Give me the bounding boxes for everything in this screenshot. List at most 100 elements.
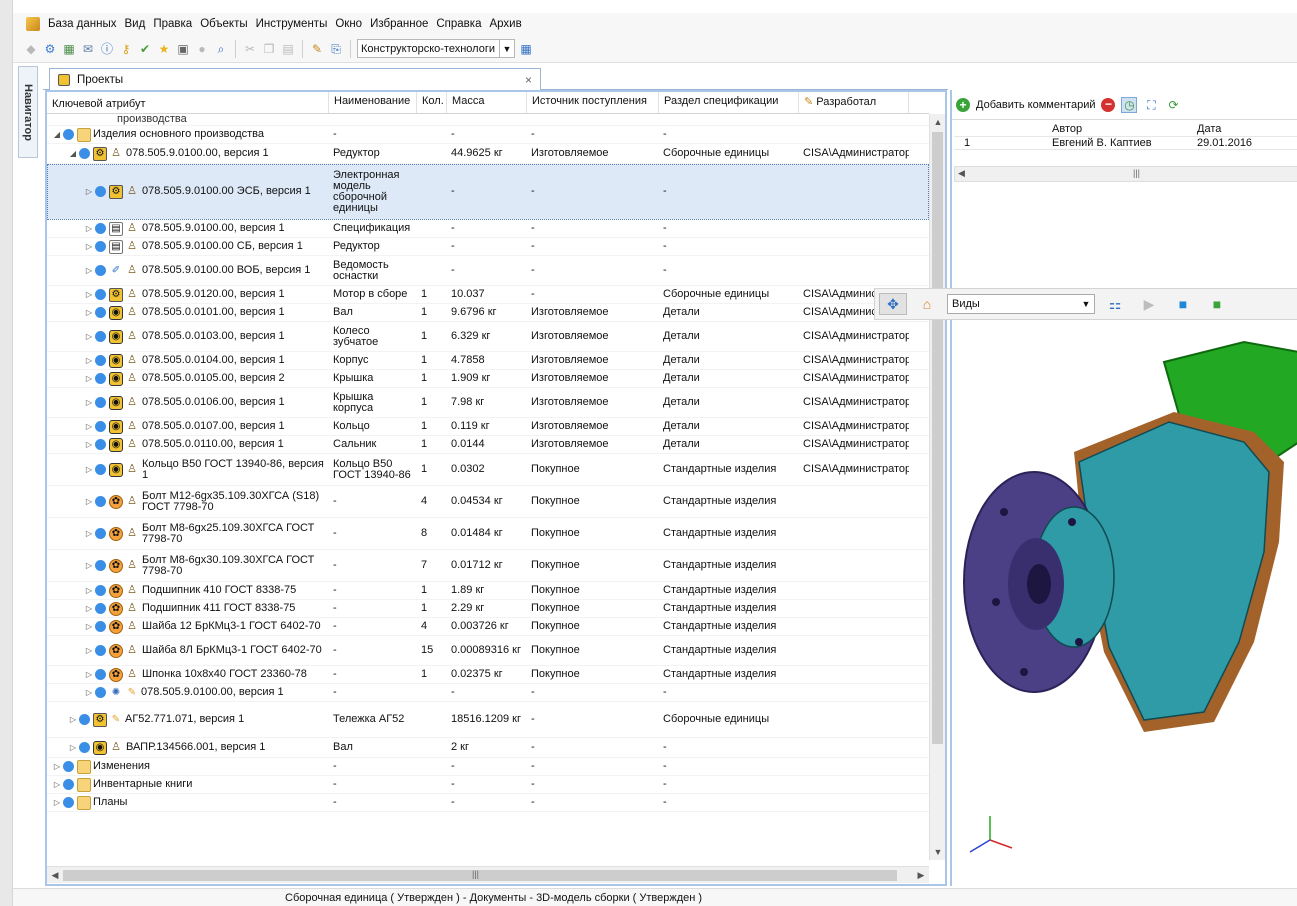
table-row[interactable]: ▷ ✿ ♙ Шпонка 10х8х40 ГОСТ 23360-78 - 1 0.02375…	[47, 666, 929, 684]
expand-arrow-icon[interactable]: ▷	[83, 397, 95, 408]
doc-search-icon[interactable]: ⎘	[328, 41, 344, 57]
3d-model-viewport[interactable]	[954, 322, 1297, 886]
column-header-key[interactable]: Ключевой атрибут	[47, 92, 329, 113]
expand-arrow-icon[interactable]: ▷	[83, 241, 95, 252]
table-row[interactable]: ▷ ✿ ♙ Шайба 12 БрКМц3-1 ГОСТ 6402-70 - 4 0.003…	[47, 618, 929, 636]
table-row[interactable]: ▷ Планы - - - -	[47, 794, 929, 812]
comments-col-date[interactable]: Дата	[1194, 123, 1294, 135]
table-row[interactable]: ◢ Изделия основного производства - - - -	[47, 126, 929, 144]
copy-icon[interactable]: ❐	[261, 41, 277, 57]
expand-arrow-icon[interactable]: ▷	[83, 464, 95, 475]
window-icon[interactable]: ▣	[175, 41, 191, 57]
table-row[interactable]: ▷ ⚙ ♙ 078.505.9.0120.00, версия 1 Мотор в сб…	[47, 286, 929, 304]
tab-projects[interactable]: Проекты ×	[49, 68, 541, 90]
scroll-left-icon[interactable]: ◀	[47, 867, 63, 884]
menu-database[interactable]: База данных	[44, 18, 121, 30]
cut-icon[interactable]: ✂	[242, 41, 258, 57]
cube-icon[interactable]: ◆	[23, 41, 39, 57]
star-icon[interactable]: ★	[156, 41, 172, 57]
mode-combo[interactable]: Конструкторско-технологи ▼	[357, 39, 515, 58]
scroll-down-icon[interactable]: ▼	[930, 844, 945, 860]
settings-grid-icon[interactable]: ▦	[518, 41, 534, 57]
chevron-down-icon[interactable]: ▼	[499, 40, 514, 57]
column-header-section[interactable]: Раздел спецификации	[659, 92, 799, 113]
check-icon[interactable]: ✔	[137, 41, 153, 57]
table-row[interactable]: ▷ ◉ ♙ 078.505.0.0106.00, версия 1 Крышка кор…	[47, 388, 929, 418]
expand-arrow-icon[interactable]: ▷	[83, 265, 95, 276]
mail-icon[interactable]: ✉	[80, 41, 96, 57]
key-icon[interactable]: ⚷	[118, 41, 134, 57]
comments-col-author[interactable]: Автор	[1049, 123, 1194, 135]
table-row[interactable]: ▷ ✿ ♙ Болт М8-6gх25.109.30ХГСА ГОСТ 7798-70…	[47, 518, 929, 550]
comments-hscroll[interactable]: ◀ |||	[954, 166, 1297, 182]
expand-icon[interactable]: ⛶	[1143, 97, 1159, 113]
table-row[interactable]: ▷ ▤ ♙ 078.505.9.0100.00, версия 1 Спецификац…	[47, 220, 929, 238]
views-combo[interactable]: Виды ▼	[947, 294, 1095, 314]
expand-arrow-icon[interactable]: ▷	[83, 331, 95, 342]
table-row[interactable]: ▷ ◉ ♙ Кольцо В50 ГОСТ 13940-86, версия 1 Кол…	[47, 454, 929, 486]
table-row[interactable]: ▷ ✿ ♙ Болт М12-6gх35.109.30ХГСА (S18) ГОСТ …	[47, 486, 929, 518]
table-row[interactable]: ▷ ✿ ♙ Подшипник 410 ГОСТ 8338-75 - 1 1.89 кг По…	[47, 582, 929, 600]
column-header-mass[interactable]: Масса	[447, 92, 527, 113]
expand-arrow-icon[interactable]: ▷	[83, 669, 95, 680]
vertical-scrollbar[interactable]: ▲ ▼	[929, 114, 945, 860]
expand-arrow-icon[interactable]: ▷	[83, 223, 95, 234]
grid-icon[interactable]: ▦	[61, 41, 77, 57]
collapse-arrow-icon[interactable]: ◢	[67, 148, 79, 159]
menu-archive[interactable]: Архив	[485, 18, 525, 30]
expand-arrow-icon[interactable]: ▷	[67, 714, 79, 725]
column-header-qty[interactable]: Кол.	[417, 92, 447, 113]
table-row-partial[interactable]: производства	[47, 114, 929, 126]
collapse-arrow-icon[interactable]: ◢	[51, 129, 63, 140]
scroll-right-icon[interactable]: ▶	[913, 867, 929, 884]
menu-tools[interactable]: Инструменты	[252, 18, 332, 30]
circle-icon[interactable]: ●	[194, 41, 210, 57]
chevron-down-icon[interactable]: ▼	[1078, 299, 1094, 309]
horizontal-scrollbar[interactable]: ◀ ||| ▶	[47, 866, 929, 883]
expand-arrow-icon[interactable]: ▷	[83, 421, 95, 432]
paste-icon[interactable]: ▤	[280, 41, 296, 57]
cube-view-icon[interactable]: ■	[1169, 293, 1197, 315]
play-icon[interactable]: ▶	[1135, 293, 1163, 315]
horizontal-scroll-thumb[interactable]	[63, 870, 897, 881]
expand-arrow-icon[interactable]: ▷	[83, 289, 95, 300]
expand-arrow-icon[interactable]: ▷	[83, 439, 95, 450]
table-row[interactable]: ▷ Изменения - - - -	[47, 758, 929, 776]
scroll-up-icon[interactable]: ▲	[930, 114, 945, 130]
table-row[interactable]: ▷ ◉ ♙ 078.505.0.0110.00, версия 1 Сальник 1 0.…	[47, 436, 929, 454]
table-row[interactable]: ▷ ◉ ♙ 078.505.0.0103.00, версия 1 Колесо зуб…	[47, 322, 929, 352]
expand-arrow-icon[interactable]: ▷	[51, 779, 63, 790]
scroll-left-icon[interactable]: ◀	[958, 168, 965, 179]
menu-window[interactable]: Окно	[331, 18, 366, 30]
add-icon[interactable]: +	[956, 97, 970, 112]
column-header-author[interactable]: ✎ Разработал	[799, 92, 909, 113]
table-row[interactable]: ▷ ✿ ♙ Болт М8-6gх30.109.30ХГСА ГОСТ 7798-70…	[47, 550, 929, 582]
column-header-source[interactable]: Источник поступления	[527, 92, 659, 113]
menu-help[interactable]: Справка	[432, 18, 485, 30]
home-icon[interactable]: ⌂	[913, 293, 941, 315]
expand-arrow-icon[interactable]: ▷	[51, 797, 63, 808]
expand-arrow-icon[interactable]: ▷	[83, 645, 95, 656]
table-row[interactable]: ▷ ✿ ♙ Подшипник 411 ГОСТ 8338-75 - 1 2.29 кг По…	[47, 600, 929, 618]
table-row[interactable]: ▷ ◉ ♙ 078.505.0.0107.00, версия 1 Кольцо 1 0.1…	[47, 418, 929, 436]
table-row[interactable]: ▷ ✺ ✎ 078.505.9.0100.00, версия 1 - - - -	[47, 684, 929, 702]
add-comment-button[interactable]: Добавить комментарий	[976, 99, 1095, 111]
expand-arrow-icon[interactable]: ▷	[83, 528, 95, 539]
expand-arrow-icon[interactable]: ▷	[83, 687, 95, 698]
info-icon[interactable]: ⓘ	[99, 41, 115, 57]
table-row[interactable]: ▷ Инвентарные книги - - - -	[47, 776, 929, 794]
vertical-scroll-thumb[interactable]	[932, 132, 943, 744]
expand-arrow-icon[interactable]: ▷	[83, 186, 95, 197]
column-header-name[interactable]: Наименование	[329, 92, 417, 113]
table-row[interactable]: ▷ ◉ ♙ ВАПР.134566.001, версия 1 Вал 2 кг - -	[47, 738, 929, 758]
expand-arrow-icon[interactable]: ▷	[83, 373, 95, 384]
table-row[interactable]: ▷ ◉ ♙ 078.505.0.0104.00, версия 1 Корпус 1 4.7…	[47, 352, 929, 370]
menu-edit[interactable]: Правка	[149, 18, 196, 30]
expand-arrow-icon[interactable]: ▷	[83, 603, 95, 614]
expand-arrow-icon[interactable]: ▷	[83, 621, 95, 632]
search-icon[interactable]: ⌕	[213, 41, 229, 57]
expand-arrow-icon[interactable]: ▷	[83, 355, 95, 366]
table-row[interactable]: ▷ ✐ ♙ 078.505.9.0100.00 ВОБ, версия 1 Ведомо…	[47, 256, 929, 286]
expand-arrow-icon[interactable]: ▷	[67, 742, 79, 753]
cube-color-icon[interactable]: ■	[1203, 293, 1231, 315]
